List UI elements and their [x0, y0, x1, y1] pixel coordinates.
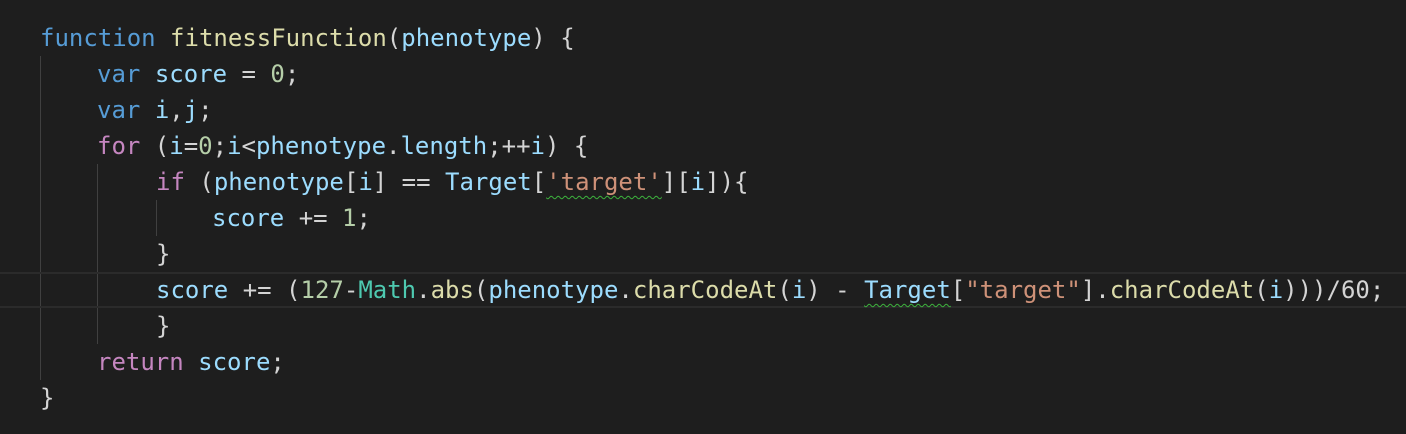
code-token: score: [154, 60, 228, 88]
code-token: var: [97, 96, 141, 124]
code-token: phenotype: [213, 168, 344, 196]
code-token: phenotype: [488, 276, 619, 304]
code-token: += (: [228, 276, 301, 304]
code-token: function: [40, 24, 156, 52]
code-token: ,: [169, 96, 184, 124]
code-token: (: [184, 168, 214, 196]
code-token: ;++: [487, 132, 531, 160]
code-token: (: [1254, 276, 1269, 304]
code-line[interactable]: score += 1;: [0, 200, 1406, 236]
code-line[interactable]: if (phenotype[i] == Target['target'][i])…: [0, 164, 1406, 200]
code-token: 0: [198, 132, 213, 160]
code-token: }: [156, 312, 171, 340]
code-token: [: [343, 168, 359, 196]
code-line[interactable]: score += (127-Math.abs(phenotype.charCod…: [0, 272, 1406, 308]
code-token: 1: [342, 204, 357, 232]
code-token: i: [530, 132, 545, 160]
code-token: ].: [1080, 276, 1110, 304]
code-token: <: [241, 132, 256, 160]
code-token: Target: [445, 168, 532, 196]
code-token: ;: [284, 60, 300, 88]
code-token: i: [169, 132, 184, 160]
code-token: "target": [965, 276, 1081, 304]
code-line[interactable]: for (i=0;i<phenotype.length;++i) {: [0, 128, 1406, 164]
code-token: ] ==: [372, 168, 446, 196]
code-token: .: [416, 276, 431, 304]
code-token: ;: [356, 204, 371, 232]
code-token: [: [531, 168, 547, 196]
code-token: 0: [270, 60, 285, 88]
code-token: .: [386, 132, 401, 160]
code-token: i: [358, 168, 373, 196]
code-token: }: [156, 240, 171, 268]
code-token: (: [473, 276, 489, 304]
code-token: i: [690, 168, 706, 196]
code-token: ;: [270, 348, 285, 376]
code-token: ) {: [545, 132, 589, 160]
code-token: if: [156, 168, 185, 196]
code-token: fitnessFunction: [170, 24, 387, 52]
code-token: score: [212, 204, 285, 232]
code-token: i: [791, 276, 807, 304]
code-line[interactable]: var i,j;: [0, 92, 1406, 128]
code-token: (: [777, 276, 792, 304]
code-token: j: [183, 96, 199, 124]
code-token: phenotype: [401, 24, 532, 52]
code-token: i: [154, 96, 170, 124]
code-token: ][: [661, 168, 691, 196]
code-line[interactable]: return score;: [0, 344, 1406, 380]
code-editor[interactable]: function fitnessFunction(phenotype) {var…: [0, 0, 1406, 434]
code-line[interactable]: }: [0, 380, 1406, 416]
code-token: }: [40, 384, 55, 412]
code-token: -: [343, 276, 359, 304]
code-token: =: [183, 132, 199, 160]
code-token: abs: [430, 276, 474, 304]
code-token: for: [97, 132, 141, 160]
code-token: 127: [300, 276, 344, 304]
code-token: )))/60;: [1283, 276, 1385, 304]
code-token: charCodeAt: [632, 276, 778, 304]
code-token: [: [950, 276, 966, 304]
code-token: (: [140, 132, 170, 160]
code-token: Math: [358, 276, 417, 304]
code-token: score: [156, 276, 229, 304]
code-token: +=: [284, 204, 343, 232]
code-token: length: [400, 132, 488, 160]
code-token: i: [227, 132, 242, 160]
code-token: ;: [212, 132, 228, 160]
code-line[interactable]: }: [0, 308, 1406, 344]
code-token: charCodeAt: [1109, 276, 1255, 304]
code-token: (: [386, 24, 402, 52]
code-token: var: [97, 60, 141, 88]
code-token: =: [227, 60, 271, 88]
code-token: ]){: [705, 168, 749, 196]
code-token: phenotype: [255, 132, 387, 160]
code-token: score: [198, 348, 271, 376]
code-token: ;: [198, 96, 213, 124]
code-token: i: [1268, 276, 1284, 304]
code-token: .: [618, 276, 633, 304]
code-line[interactable]: }: [0, 236, 1406, 272]
code-token: 'target': [546, 168, 662, 196]
code-line[interactable]: var score = 0;: [0, 56, 1406, 92]
code-line[interactable]: function fitnessFunction(phenotype) {: [0, 20, 1406, 56]
code-token: ) {: [531, 24, 575, 52]
code-token: Target: [864, 276, 951, 304]
code-token: return: [97, 348, 184, 376]
code-token: ) -: [806, 276, 865, 304]
